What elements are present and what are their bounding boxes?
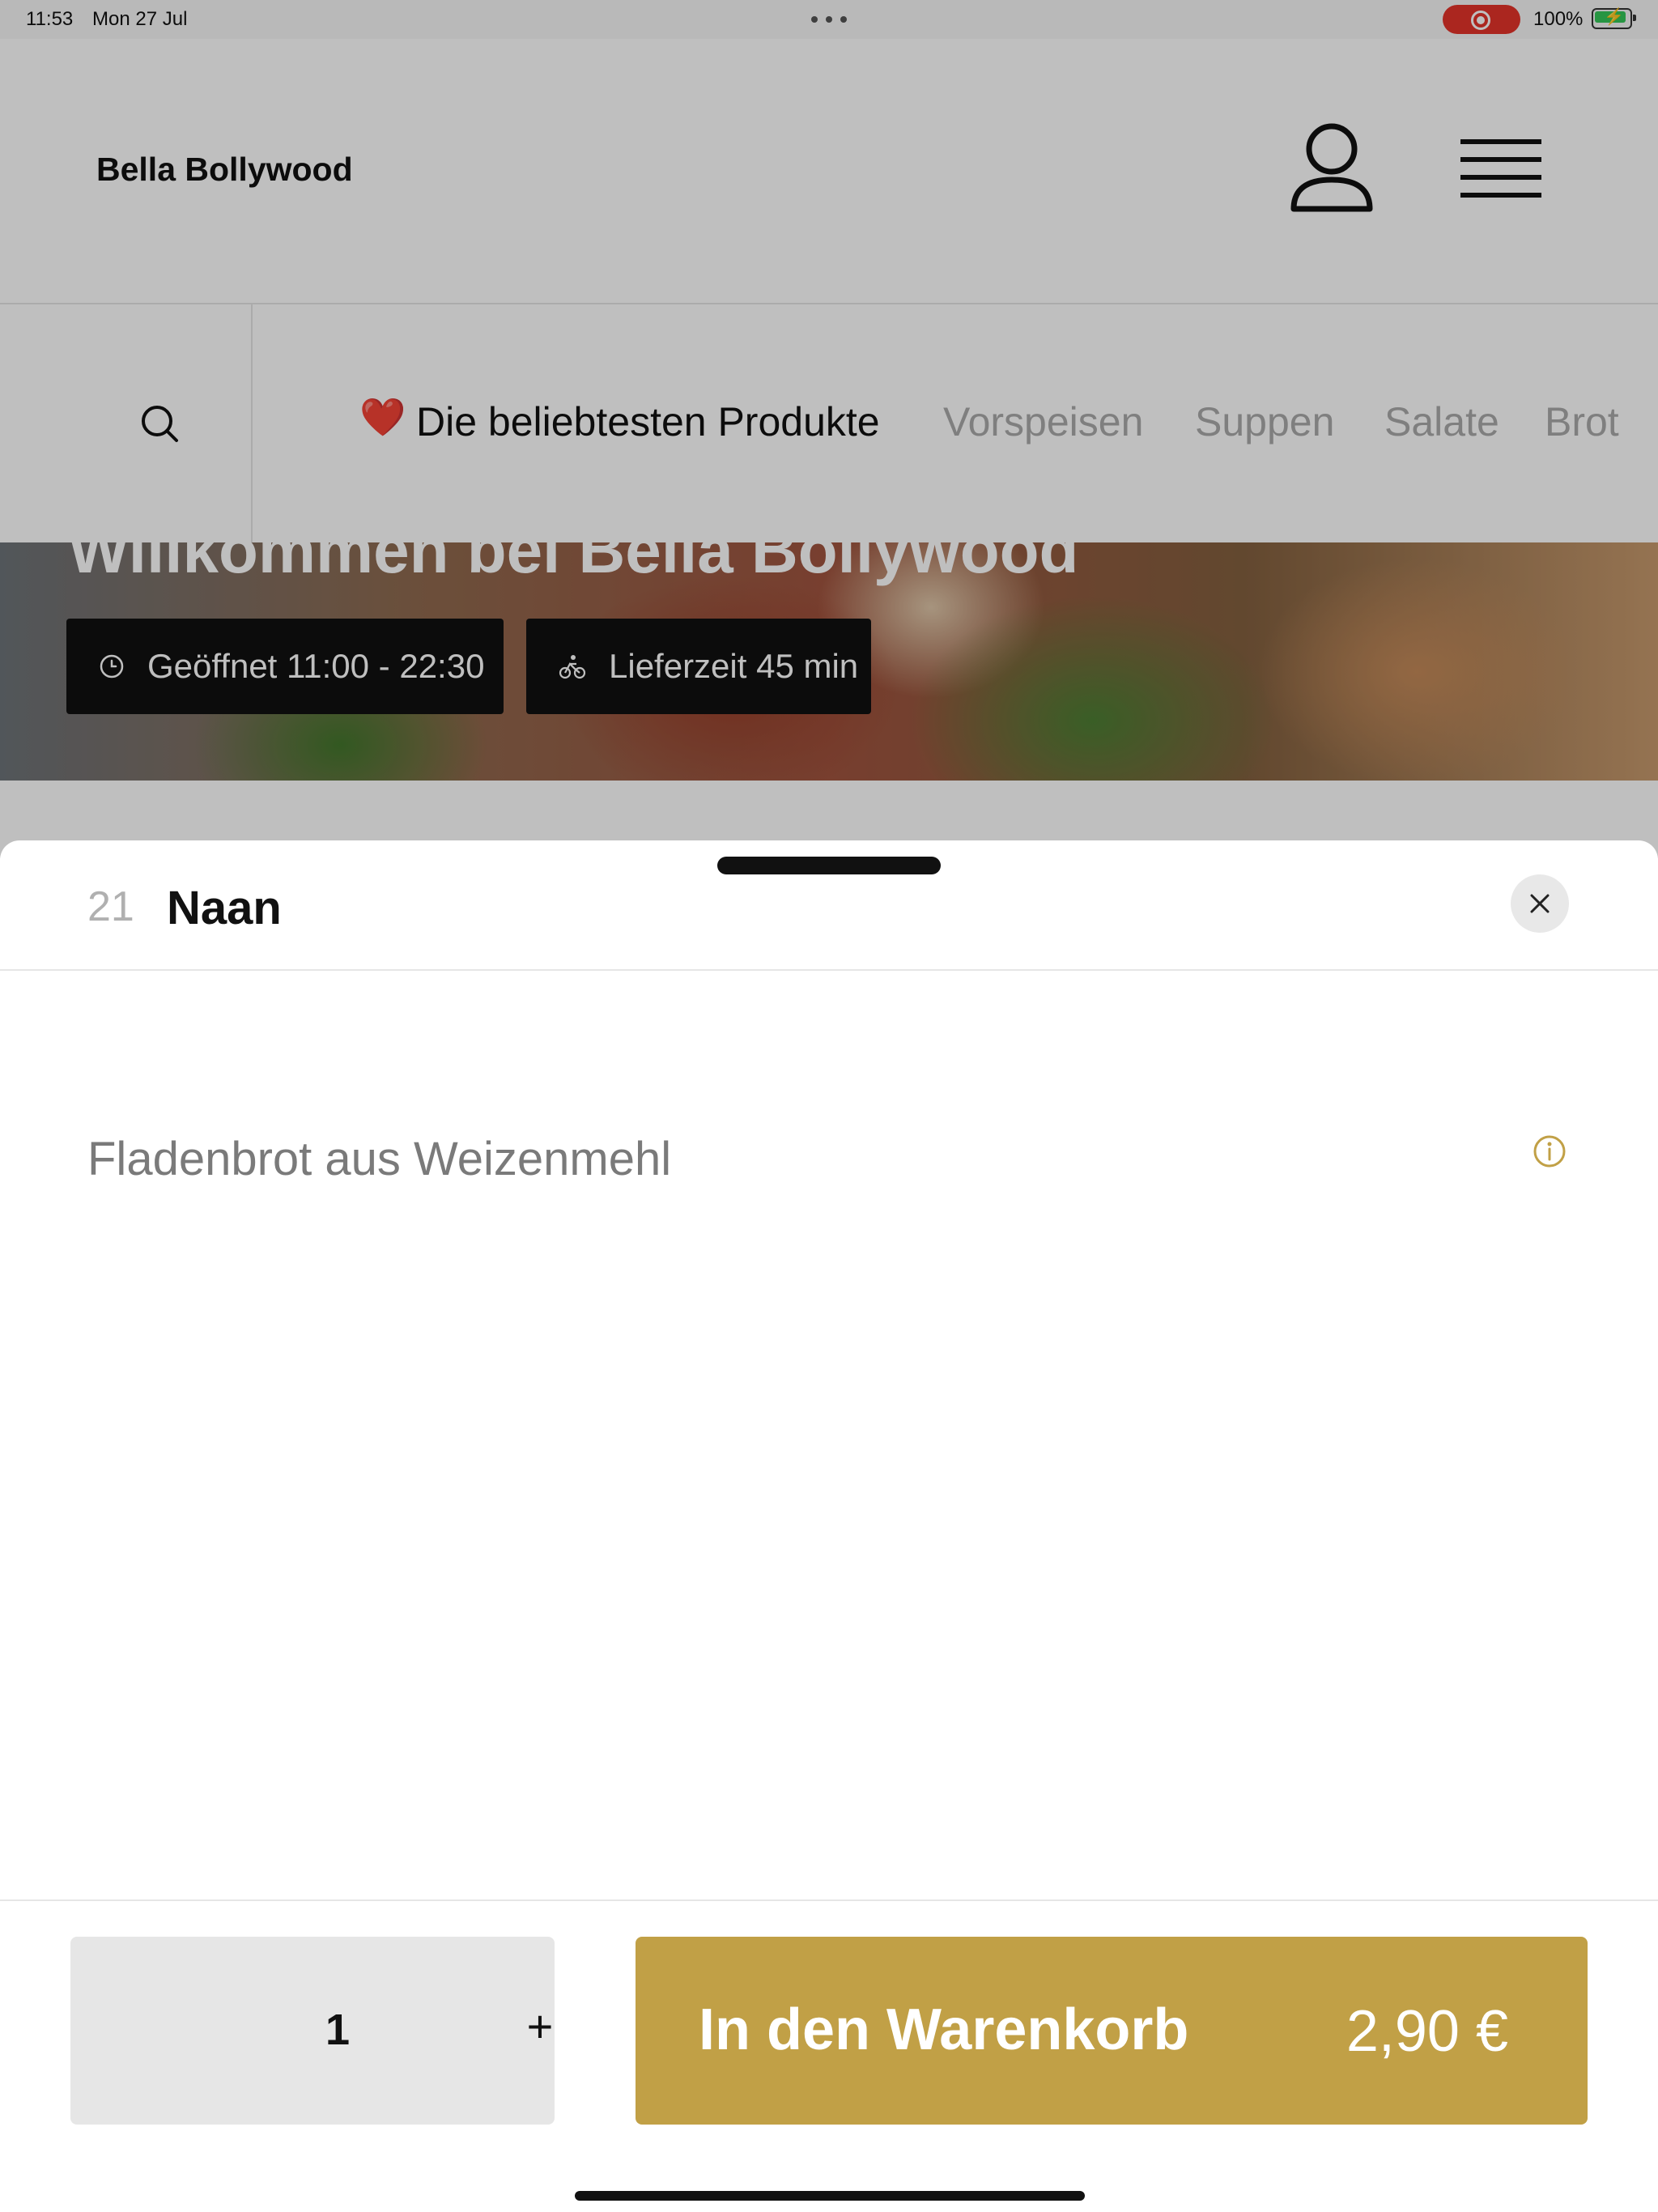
increase-quantity-button[interactable]: + [498, 2000, 582, 2065]
product-description: Fladenbrot aus Weizenmehl [87, 1133, 672, 1185]
close-icon [1530, 894, 1550, 913]
divider [0, 969, 1658, 971]
home-indicator[interactable] [575, 2191, 1085, 2201]
close-button[interactable] [1511, 874, 1569, 933]
product-sheet: 21 Naan Fladenbrot aus Weizenmehl 1 + In… [0, 840, 1658, 2212]
add-to-cart-label: In den Warenkorb [699, 1997, 1189, 2062]
quantity-stepper: 1 + [70, 1937, 555, 2125]
product-title: Naan [167, 882, 282, 934]
add-to-cart-button[interactable]: In den Warenkorb 2,90 € [636, 1937, 1588, 2125]
quantity-value: 1 [325, 2006, 351, 2054]
modal-backdrop[interactable] [0, 0, 1658, 858]
info-icon[interactable] [1532, 1134, 1567, 1169]
divider [0, 1899, 1658, 1901]
sheet-grabber[interactable] [717, 857, 941, 874]
product-number: 21 [87, 883, 134, 930]
price: 2,90 € [1346, 1999, 1508, 2064]
